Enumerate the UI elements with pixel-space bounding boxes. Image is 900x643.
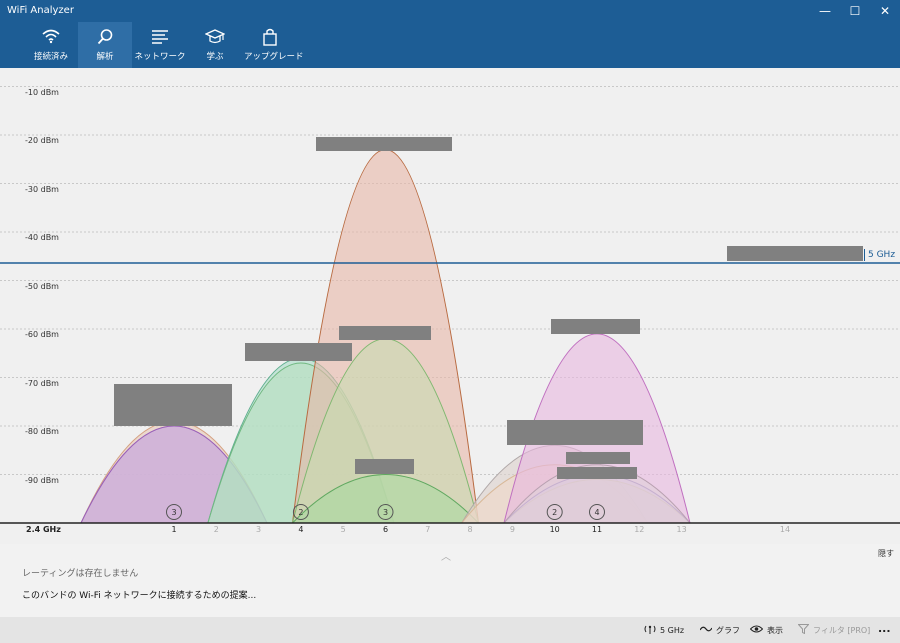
x-tick-label: 5 <box>340 525 346 534</box>
redacted-ssid <box>355 459 414 474</box>
redacted-ssid <box>557 467 637 479</box>
graduation-cap-icon <box>196 28 234 46</box>
tab-label: 解析 <box>96 52 114 62</box>
badge-count: 4 <box>594 508 599 517</box>
filter-icon <box>797 624 810 636</box>
redacted-ssid <box>316 137 452 151</box>
badge-count: 3 <box>383 508 388 517</box>
redacted-ssid <box>551 319 640 334</box>
y-tick-label: -80 dBm <box>25 427 59 436</box>
suggestion-link[interactable]: このバンドの Wi-Fi ネットワークに接続するための提案... <box>22 588 256 601</box>
y-tick-label: -90 dBm <box>25 476 59 485</box>
graph-button[interactable]: グラフ <box>699 624 740 636</box>
suggestion-panel: ︿ 隠す レーティングは存在しません このバンドの Wi-Fi ネットワークに接… <box>0 544 900 617</box>
redacted-ssid <box>566 452 630 464</box>
no-ratings-text: レーティングは存在しません <box>22 569 139 579</box>
wave-icon <box>699 624 713 636</box>
tab-label: 学ぶ <box>206 52 224 62</box>
list-icon <box>134 28 186 46</box>
x-tick-label: 2 <box>213 525 219 534</box>
more-button[interactable]: ... <box>878 622 891 635</box>
minimize-button[interactable]: — <box>810 0 840 22</box>
reference-divider <box>864 249 865 261</box>
status-bar: 5 GHz グラフ 表示 フィルタ [PRO] ... <box>0 617 900 643</box>
eye-icon <box>749 624 764 636</box>
redacted-ssid <box>727 246 863 261</box>
graph-label: グラフ <box>716 625 740 635</box>
tab-label: 接続済み <box>33 52 68 62</box>
title-bar: WiFi Analyzer — ☐ ✕ <box>0 0 900 22</box>
close-button[interactable]: ✕ <box>870 0 900 22</box>
antenna-icon <box>644 624 656 636</box>
app-title: WiFi Analyzer <box>7 5 74 16</box>
badge-count: 3 <box>171 508 176 517</box>
view-label: 表示 <box>767 625 783 635</box>
x-tick-label: 11 <box>591 525 603 534</box>
x-tick-label: 8 <box>467 525 473 534</box>
badge-count: 2 <box>298 508 303 517</box>
x-tick-label: 6 <box>382 525 389 534</box>
hide-button[interactable]: 隠す <box>878 548 894 559</box>
filter-label: フィルタ [PRO] <box>813 625 871 635</box>
x-tick-label: 9 <box>509 525 515 534</box>
y-tick-label: -40 dBm <box>25 233 59 242</box>
reference-line-label[interactable]: 5 GHz <box>868 250 895 260</box>
x-tick-label: 1 <box>171 525 177 534</box>
x-tick-label: 3 <box>256 525 262 534</box>
band-label: 2.4 GHz <box>26 525 61 534</box>
x-tick-label: 10 <box>549 525 560 534</box>
x-tick-label: 12 <box>634 525 645 534</box>
y-tick-label: -30 dBm <box>25 185 59 194</box>
x-tick-label: 13 <box>676 525 687 534</box>
redacted-ssid <box>245 343 352 361</box>
tab-label: ネットワーク <box>134 52 186 62</box>
tab-upgrade[interactable]: アップグレード <box>244 22 304 68</box>
y-tick-label: -50 dBm <box>25 282 59 291</box>
maximize-button[interactable]: ☐ <box>840 0 870 22</box>
x-tick-label: 7 <box>425 525 431 534</box>
tab-analyze[interactable]: 解析 <box>78 22 132 68</box>
search-icon <box>78 28 132 46</box>
tab-learn[interactable]: 学ぶ <box>196 22 234 68</box>
tab-connected[interactable]: 接続済み <box>26 22 76 68</box>
redacted-ssid <box>114 384 232 426</box>
filter-button[interactable]: フィルタ [PRO] <box>797 624 871 636</box>
y-tick-label: -20 dBm <box>25 136 59 145</box>
wifi-icon <box>26 28 76 46</box>
redacted-ssid <box>339 326 431 340</box>
shopping-bag-icon <box>244 28 296 46</box>
x-tick-label: 4 <box>298 525 304 534</box>
signal-chart: 3 2 3 2 4 -10 dBm -20 dBm -30 dBm -40 dBm -5… <box>0 68 900 544</box>
y-tick-label: -10 dBm <box>25 88 59 97</box>
view-button[interactable]: 表示 <box>749 624 783 636</box>
chevron-up-icon[interactable]: ︿ <box>441 548 451 563</box>
top-navigation: 接続済み 解析 ネットワーク 学ぶ アップグレード <box>0 22 900 68</box>
band-label: 5 GHz <box>660 625 685 635</box>
redacted-ssid <box>507 420 643 445</box>
badge-count: 2 <box>552 508 557 517</box>
x-tick-label: 14 <box>779 525 791 534</box>
tab-networks[interactable]: ネットワーク <box>134 22 186 68</box>
y-tick-label: -60 dBm <box>25 330 59 339</box>
band-toggle-button[interactable]: 5 GHz <box>644 624 684 636</box>
tab-label: アップグレード <box>244 52 304 62</box>
y-tick-label: -70 dBm <box>25 379 59 388</box>
